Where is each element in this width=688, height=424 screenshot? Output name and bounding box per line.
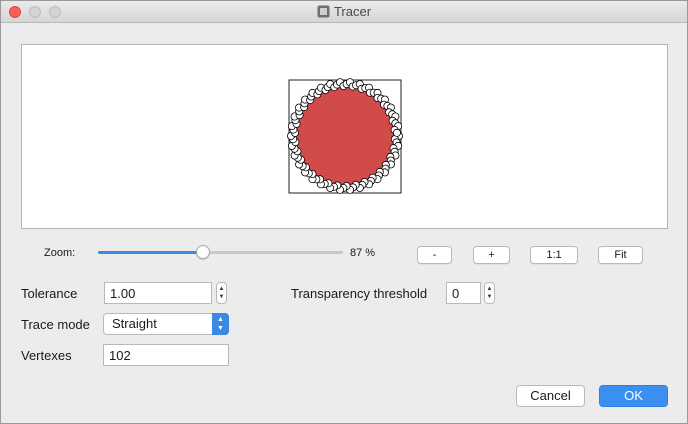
- zoom-in-button[interactable]: +: [473, 246, 510, 264]
- zoom-slider-fill: [98, 251, 204, 254]
- transparency-threshold-label: Transparency threshold: [291, 286, 428, 301]
- window-title: Tracer: [333, 4, 372, 19]
- vertex-marker[interactable]: [392, 128, 401, 137]
- zoom-label: Zoom:: [44, 247, 76, 259]
- zoom-slider[interactable]: [98, 244, 343, 260]
- tolerance-label: Tolerance: [21, 286, 78, 301]
- tolerance-input[interactable]: 1.00: [104, 282, 212, 304]
- window-title-group: Tracer: [1, 4, 687, 19]
- zoom-out-button[interactable]: -: [417, 246, 452, 264]
- trace-mode-value: Straight: [112, 316, 157, 331]
- tolerance-stepper[interactable]: ▲ ▼: [216, 282, 227, 304]
- trace-mode-select[interactable]: Straight ▲ ▼: [103, 313, 229, 335]
- zoom-value: 87 %: [350, 247, 376, 259]
- title-bar: Tracer: [1, 1, 687, 23]
- trace-mode-label: Trace mode: [21, 317, 90, 332]
- select-arrows-icon: ▲ ▼: [212, 313, 229, 335]
- chevron-up-icon[interactable]: ▲: [485, 285, 494, 293]
- transparency-threshold-stepper[interactable]: ▲ ▼: [484, 282, 495, 304]
- vertexes-label: Vertexes: [21, 348, 72, 363]
- app-icon: [317, 5, 330, 18]
- chevron-down-icon[interactable]: ▼: [217, 293, 226, 301]
- fit-button[interactable]: Fit: [598, 246, 643, 264]
- chevron-up-icon[interactable]: ▲: [217, 285, 226, 293]
- zoom-slider-knob[interactable]: [196, 245, 211, 259]
- trace-preview[interactable]: [21, 44, 668, 229]
- tracer-dialog: Tracer Zoom: 87 % - + 1:1 Fit Tolerance …: [0, 0, 688, 424]
- ok-button[interactable]: OK: [599, 385, 668, 407]
- actual-size-button[interactable]: 1:1: [530, 246, 578, 264]
- preview-canvas: [286, 78, 403, 194]
- transparency-threshold-input[interactable]: 0: [446, 282, 481, 304]
- vertexes-field: 102: [103, 344, 229, 366]
- cancel-button[interactable]: Cancel: [516, 385, 585, 407]
- chevron-down-icon[interactable]: ▼: [485, 293, 494, 301]
